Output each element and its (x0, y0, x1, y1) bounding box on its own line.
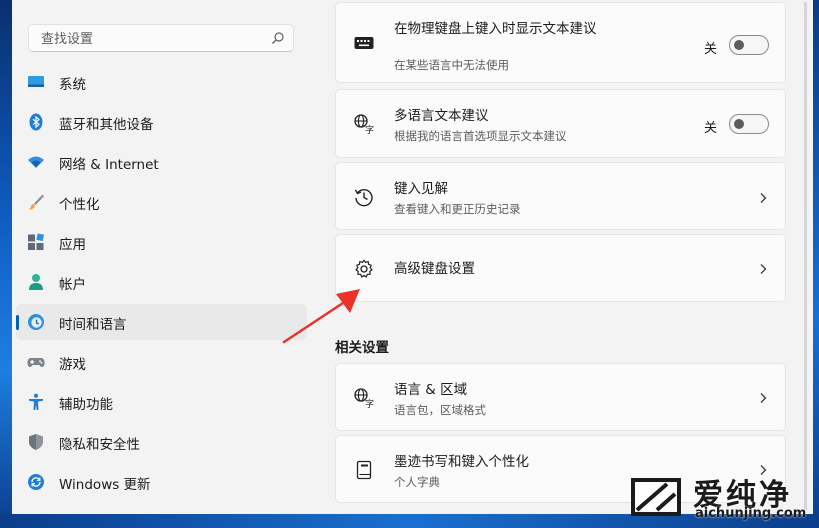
selection-indicator (16, 315, 19, 330)
sidebar-item-label: 辅助功能 (59, 397, 113, 413)
search-box[interactable] (28, 24, 294, 52)
sidebar-item-accounts[interactable]: 帐户 (16, 264, 307, 300)
history-icon (354, 189, 373, 207)
accessibility-icon (29, 393, 43, 410)
shield-icon (29, 434, 43, 450)
toggle-state-label: 关 (703, 121, 717, 136)
scrollbar[interactable] (804, 2, 807, 510)
setting-card-physical-keyboard-suggestions[interactable]: 在物理键盘上键入时显示文本建议 在某些语言中无法使用 关 (335, 2, 786, 83)
gamepad-icon (27, 358, 45, 367)
sidebar-item-apps[interactable]: 应用 (16, 224, 307, 260)
sidebar-item-label: 个性化 (59, 197, 100, 213)
toggle-state-label: 关 (703, 42, 717, 57)
setting-card-advanced-keyboard[interactable]: 高级键盘设置 (335, 234, 786, 302)
sidebar-item-accessibility[interactable]: 辅助功能 (16, 384, 307, 420)
toggle-knob (734, 119, 744, 129)
sidebar-item-label: 蓝牙和其他设备 (59, 117, 154, 133)
setting-subtitle: 查看键入和更正历史记录 (394, 202, 521, 216)
watermark-url: aichunjing.com (695, 506, 807, 521)
sidebar-item-label: 时间和语言 (59, 317, 127, 333)
sidebar-item-personalization[interactable]: 个性化 (16, 184, 307, 220)
dictionary-icon (356, 460, 372, 480)
desktop-wallpaper-right (813, 0, 819, 528)
sidebar-item-gaming[interactable]: 游戏 (16, 344, 307, 380)
account-icon (29, 274, 43, 290)
sidebar-item-network[interactable]: 网络 & Internet (16, 144, 307, 180)
setting-card-language-region[interactable]: 字 语言 & 区域 语言包，区域格式 (335, 363, 786, 431)
chevron-right-icon (760, 193, 767, 203)
search-input[interactable] (39, 29, 263, 49)
chevron-right-icon (760, 264, 767, 274)
setting-title: 多语言文本建议 (394, 108, 489, 124)
setting-title: 高级键盘设置 (394, 261, 475, 277)
setting-subtitle: 语言包，区域格式 (394, 403, 486, 417)
setting-subtitle: 根据我的语言首选项显示文本建议 (394, 129, 567, 143)
chevron-right-icon (760, 393, 767, 403)
sidebar-item-windows-update[interactable]: Windows 更新 (16, 464, 307, 500)
wifi-icon (28, 156, 44, 168)
svg-text:字: 字 (365, 124, 374, 134)
watermark: 爱纯净 aichunjing.com (625, 468, 817, 528)
brush-icon (29, 194, 44, 210)
setting-card-typing-insights[interactable]: 键入见解 查看键入和更正历史记录 (335, 162, 786, 230)
search-icon[interactable] (271, 31, 285, 45)
bluetooth-icon (29, 113, 43, 131)
setting-subtitle: 在某些语言中无法使用 (394, 58, 509, 72)
sidebar-item-label: 网络 & Internet (59, 157, 159, 173)
sidebar-item-label: 应用 (59, 237, 86, 253)
update-icon (28, 474, 44, 490)
setting-title: 键入见解 (394, 181, 448, 197)
desktop-wallpaper-left (0, 0, 12, 528)
sidebar-item-privacy[interactable]: 隐私和安全性 (16, 424, 307, 460)
setting-title: 在物理键盘上键入时显示文本建议 (394, 21, 597, 37)
sidebar-item-system[interactable]: 系统 (16, 64, 307, 100)
sidebar-item-bluetooth[interactable]: 蓝牙和其他设备 (16, 104, 307, 140)
sidebar-item-label: 游戏 (59, 357, 86, 373)
sidebar-item-time-language[interactable]: 时间和语言 (16, 304, 307, 340)
watermark-logo-icon (631, 478, 681, 516)
system-icon (28, 76, 44, 87)
keyboard-icon (354, 37, 374, 49)
language-icon: 字 (354, 388, 374, 408)
apps-icon (28, 233, 45, 250)
time-language-icon (28, 314, 44, 330)
toggle-knob (734, 40, 744, 50)
setting-title: 语言 & 区域 (394, 382, 468, 398)
setting-title: 墨迹书写和键入个性化 (394, 454, 529, 470)
language-icon: 字 (354, 114, 374, 134)
sidebar-item-label: 帐户 (59, 277, 86, 293)
sidebar-item-label: 系统 (59, 77, 86, 93)
annotation-arrow-icon (282, 289, 360, 344)
sidebar-item-label: 隐私和安全性 (59, 437, 140, 453)
sidebar-item-label: Windows 更新 (59, 477, 151, 493)
svg-text:字: 字 (365, 398, 374, 408)
multilingual-suggestions-toggle[interactable] (729, 114, 769, 134)
setting-subtitle: 个人字典 (394, 475, 440, 489)
physical-keyboard-suggestions-toggle[interactable] (729, 35, 769, 55)
gear-icon (355, 259, 373, 278)
setting-card-multilingual-suggestions[interactable]: 字 多语言文本建议 根据我的语言首选项显示文本建议 关 (335, 89, 786, 158)
settings-window: 系统 蓝牙和其他设备 网络 & Internet 个性化 (12, 0, 813, 514)
